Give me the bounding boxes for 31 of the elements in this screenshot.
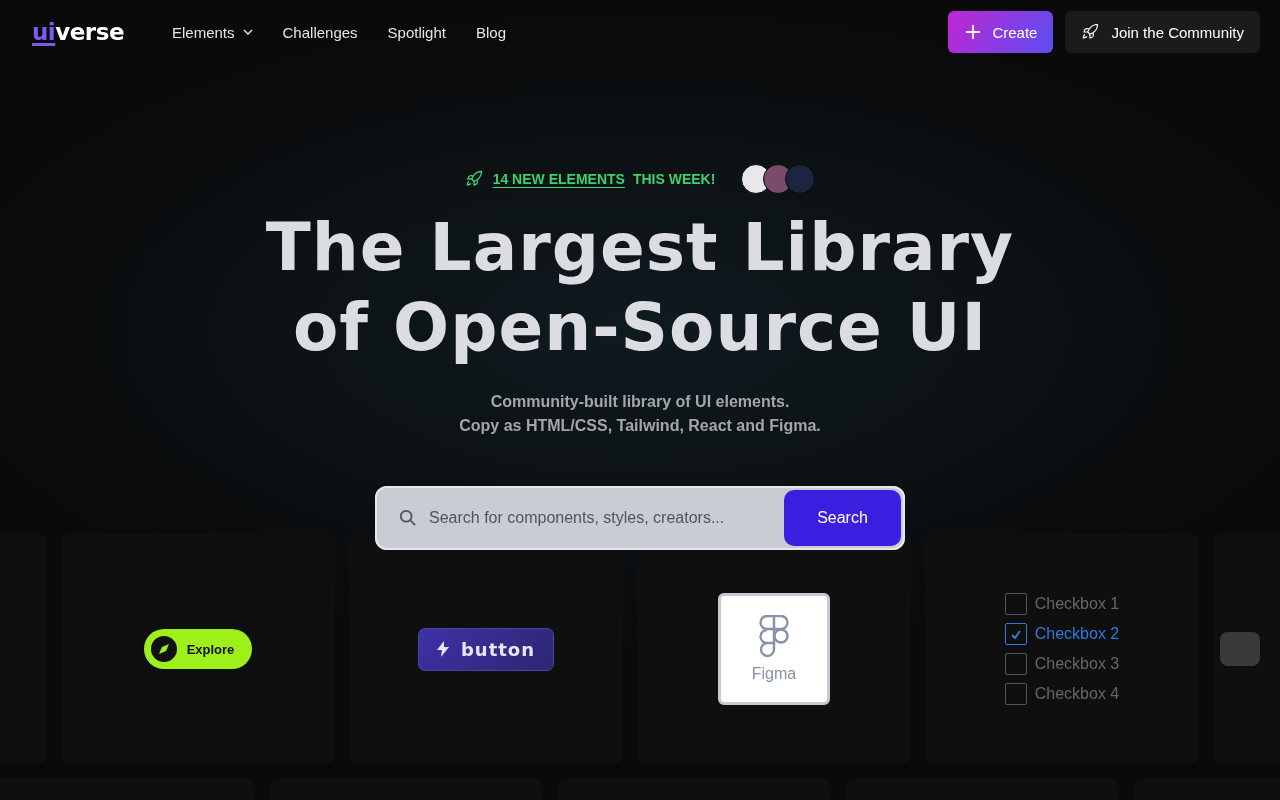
- avatar: [785, 164, 816, 194]
- rocket-icon: [1081, 23, 1100, 41]
- create-button[interactable]: Create: [948, 11, 1054, 53]
- element-card[interactable]: Checkbox 1 Checkbox 2 Checkbox 3 Checkbox 4: [925, 534, 1199, 764]
- element-card[interactable]: button: [349, 534, 623, 764]
- nav-link[interactable]: Challenges: [282, 23, 358, 41]
- subtitle: Community-built library of UI elements.: [490, 392, 790, 412]
- checkmark-icon: [1010, 629, 1021, 639]
- lightning-icon: [436, 641, 449, 657]
- element-card[interactable]: Explore: [61, 534, 335, 764]
- nav-link[interactable]: Elements: [172, 23, 253, 41]
- search-button[interactable]: Search: [784, 490, 901, 546]
- plus-icon: [966, 25, 981, 39]
- compass-icon: [150, 636, 177, 662]
- headline: of Open-Source UI: [293, 288, 987, 368]
- search-icon: [399, 509, 417, 527]
- headline: The Largest Library: [265, 208, 1015, 288]
- join-community-button[interactable]: Join the Community: [1065, 11, 1260, 53]
- rocket-icon: [464, 170, 483, 188]
- explore-button[interactable]: Explore: [143, 629, 253, 669]
- checkbox-option[interactable]: Checkbox 2: [1004, 623, 1120, 645]
- subtitle: Copy as HTML/CSS, Tailwind, React and Figma.: [459, 416, 821, 436]
- nav-link[interactable]: Blog: [475, 23, 506, 41]
- bolt-button[interactable]: button: [417, 627, 555, 671]
- figma-logo-icon: [759, 615, 789, 657]
- new-elements-link[interactable]: 14 NEW ELEMENTS: [492, 171, 625, 187]
- chevron-down-icon: [242, 29, 253, 35]
- announcement-text: THIS WEEK!: [632, 171, 716, 187]
- nav-link[interactable]: Spotlight: [387, 23, 446, 41]
- search-field[interactable]: Search for components, styles, creators... Search: [375, 486, 905, 550]
- uiverse-logo[interactable]: uiverse: [32, 19, 124, 45]
